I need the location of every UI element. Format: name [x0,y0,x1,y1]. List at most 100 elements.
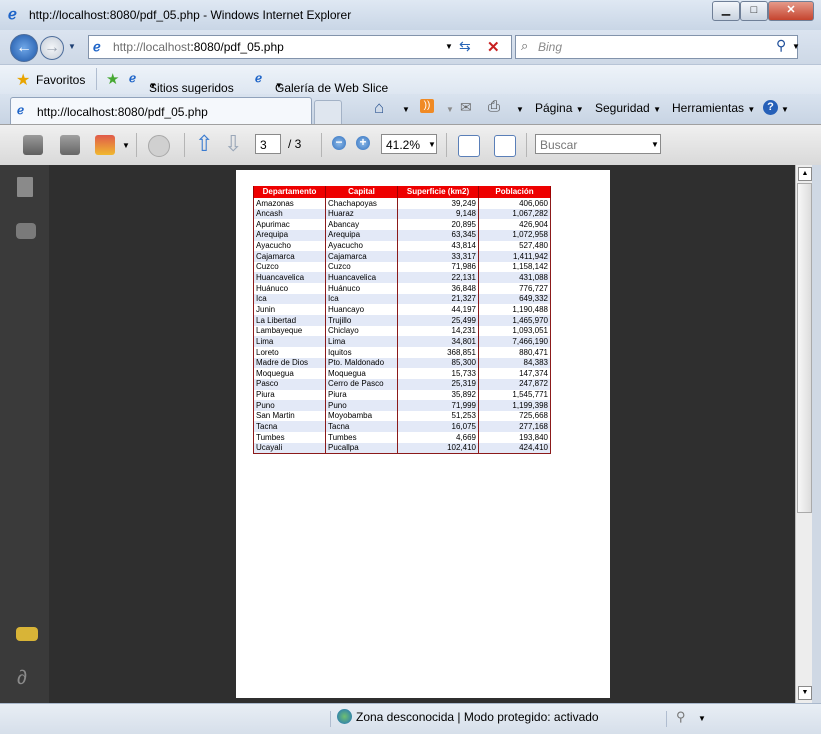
table-cell: 147,374 [478,368,551,379]
table-cell: 1,199,398 [478,400,551,411]
pdf-search-input[interactable]: Buscar ▼ [535,134,661,154]
zoom-in-icon[interactable]: + [356,136,370,150]
page-menu[interactable]: Página ▼ [535,101,584,115]
pdf-share-icon[interactable] [95,135,115,155]
new-tab-button[interactable] [314,100,342,125]
tab-active[interactable]: ℯ http://localhost:8080/pdf_05.php [10,97,312,125]
pages-panel-icon[interactable] [17,177,33,197]
status-bar: Zona desconocida | Modo protegido: activ… [0,703,821,734]
print-icon[interactable]: ⎙ [488,98,500,115]
table-cell: 1,411,942 [478,251,551,262]
column-header: Superficie (km2) [397,186,479,198]
table-cell: 84,383 [478,357,551,369]
table-cell: 193,840 [478,432,551,443]
pdf-print-icon[interactable] [23,135,43,155]
minimize-button[interactable]: ▁ [712,1,740,21]
table-cell: 431,088 [478,272,551,284]
table-cell: Lima [325,336,398,347]
table-cell: Ica [253,293,326,305]
scroll-down-icon[interactable]: ▼ [798,686,812,700]
fit-width-icon[interactable] [458,135,480,157]
table-row: Cajamarca Cajamarca 33,317 1,411,942 [253,251,551,262]
search-binoculars-icon[interactable] [16,223,36,239]
table-cell: 35,892 [397,389,479,401]
pdf-collaborate-icon[interactable] [148,135,170,157]
print-dropdown-icon[interactable]: ▼ [516,105,524,114]
table-cell: 71,986 [397,261,479,273]
scroll-up-icon[interactable]: ▲ [798,167,812,181]
table-cell: Piura [253,389,326,401]
zoom-dropdown-icon[interactable]: ▼ [698,714,706,723]
table-row: Puno Puno 71,999 1,199,398 [253,400,551,411]
pdf-save-icon[interactable] [60,135,80,155]
address-bar[interactable]: ℯ http://localhost:8080/pdf_05.php ▼ ⇆ ✕ [88,35,512,59]
ie-logo-icon: ℯ [8,6,17,23]
page-total-label: / 3 [288,137,302,151]
home-dropdown-icon[interactable]: ▼ [402,105,410,114]
stop-icon[interactable]: ✕ [487,38,500,56]
table-row: Ayacucho Ayacucho 43,814 527,480 [253,240,551,252]
forward-button[interactable]: → [40,36,64,60]
table-cell: Arequipa [253,229,326,241]
feeds-icon[interactable]: )) [420,99,434,113]
tab-page-icon: ℯ [17,103,25,117]
zoom-out-icon[interactable]: − [332,136,346,150]
help-dropdown-icon[interactable]: ▼ [781,105,789,114]
previous-page-icon[interactable]: ⇧ [195,131,213,157]
table-row: Junin Huancayo 44,197 1,190,488 [253,304,551,316]
column-header: Población [478,186,551,198]
next-page-icon[interactable]: ⇩ [224,131,242,157]
table-cell: Huánuco [325,283,398,294]
suggested-sites-icon: ℯ [129,71,137,85]
vertical-scrollbar[interactable]: ▲ ▼ [795,165,813,703]
close-button[interactable]: ✕ [768,1,814,21]
table-cell: Trujillo [325,315,398,326]
table-row: Cuzco Cuzco 71,986 1,158,142 [253,261,551,273]
tools-menu[interactable]: Herramientas ▼ [672,101,755,115]
table-cell: 22,131 [397,272,479,284]
table-cell: Pto. Maldonado [325,357,398,369]
add-favorite-icon[interactable]: ★ [106,70,119,88]
zoom-level-select[interactable]: 41.2% ▼ [381,134,437,154]
table-cell: Ayacucho [325,240,398,252]
search-button-icon[interactable]: ⚲ [776,37,786,54]
search-box[interactable]: ⌕ Bing ⚲ ▼ [515,35,800,59]
address-url[interactable]: http://localhost:8080/pdf_05.php [113,40,284,54]
maximize-button[interactable]: □ [740,1,768,21]
comments-icon[interactable] [16,627,38,641]
recent-pages-dropdown-icon[interactable]: ▼ [68,42,76,51]
scroll-thumb[interactable] [797,183,812,513]
pdf-share-dropdown-icon[interactable]: ▼ [122,141,130,150]
search-options-icon[interactable]: ▼ [792,42,800,51]
status-divider [330,711,331,727]
back-button[interactable]: ← [10,34,38,62]
table-cell: Ayacucho [253,240,326,252]
attachments-paperclip-icon[interactable]: ∂ [17,667,27,690]
table-cell: 34,801 [397,336,479,347]
table-cell: Puno [253,400,326,411]
security-zone-text[interactable]: Zona desconocida | Modo protegido: activ… [356,710,599,724]
table-cell: Ancash [253,208,326,220]
compatibility-view-icon[interactable]: ⇆ [459,38,471,55]
page-number-input[interactable]: 3 [255,134,281,154]
table-cell: 368,851 [397,346,479,358]
table-row: Madre de Dios Pto. Maldonado 85,300 84,383 [253,357,551,369]
search-input[interactable]: Bing [538,40,562,54]
table-cell: Pucallpa [325,442,398,455]
mail-icon[interactable]: ✉ [460,99,472,116]
toolbar-separator [136,133,137,157]
table-cell: Cuzco [325,261,398,273]
status-divider [666,711,667,727]
table-cell: La Libertad [253,315,326,326]
table-row: Lima Lima 34,801 7,466,190 [253,336,551,347]
zoom-magnifier-icon[interactable]: ⚲ [676,709,686,725]
table-cell: Puno [325,400,398,411]
fit-page-icon[interactable] [494,135,516,157]
address-dropdown-icon[interactable]: ▼ [445,42,453,51]
help-icon[interactable]: ? [763,100,778,115]
feeds-dropdown-icon[interactable]: ▼ [446,105,454,114]
security-menu[interactable]: Seguridad ▼ [595,101,661,115]
home-icon[interactable]: ⌂ [374,98,384,118]
table-row: Tacna Tacna 16,075 277,168 [253,421,551,433]
favorites-button[interactable]: Favoritos [36,73,85,87]
